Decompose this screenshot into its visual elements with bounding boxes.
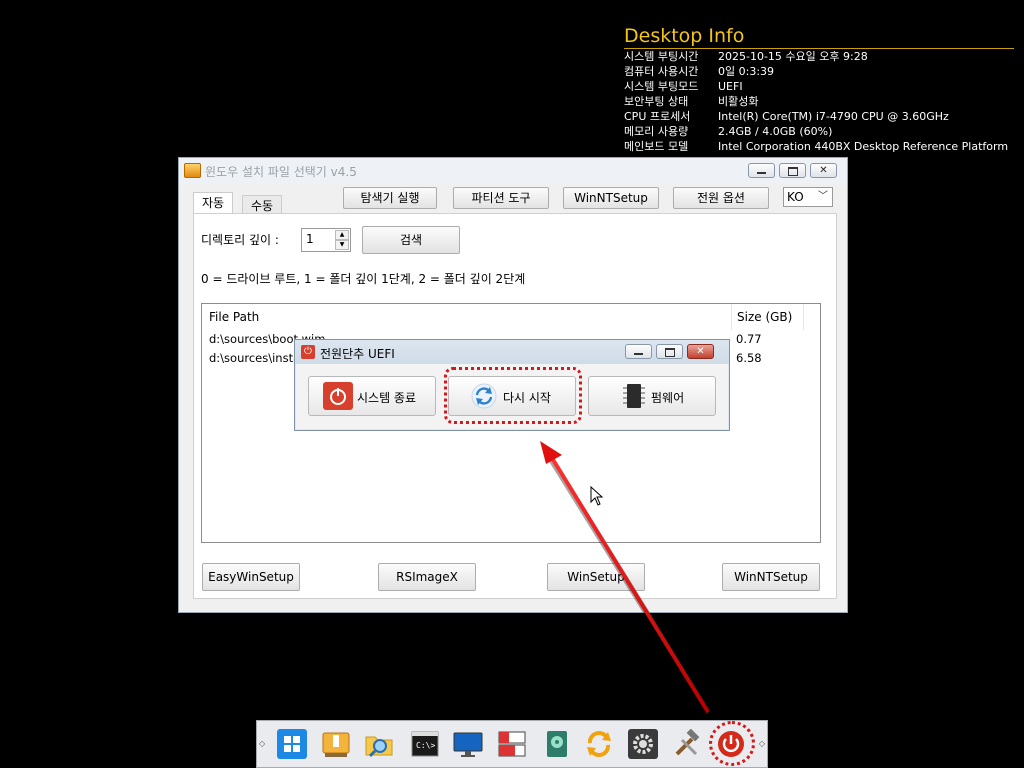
power-icon: [323, 382, 353, 410]
dialog-titlebar[interactable]: ⏻ 전원단추 UEFI: [295, 340, 729, 364]
firmware-label: 펌웨어: [651, 391, 685, 405]
close-button[interactable]: [687, 344, 714, 359]
monitor-icon[interactable]: [453, 729, 483, 759]
dialog-title: 전원단추 UEFI: [320, 347, 395, 361]
power-icon-highlight: [709, 721, 755, 766]
power-icon: ⏻: [301, 345, 315, 359]
shutdown-button[interactable]: 시스템 종료: [308, 376, 436, 416]
svg-text:C:\>: C:\>: [416, 741, 435, 750]
minimize-button[interactable]: [625, 344, 652, 359]
scroll-right-icon[interactable]: ◇: [759, 739, 765, 748]
settings-gear-icon[interactable]: [628, 729, 658, 759]
cmd-icon[interactable]: C:\>: [410, 729, 440, 759]
taskbar: ◇ ◇ C:\>: [256, 720, 768, 768]
restart-highlight: [444, 367, 582, 424]
dialog-window-controls: [625, 344, 714, 359]
folder-search-icon[interactable]: [364, 729, 394, 759]
tools-icon[interactable]: [672, 728, 702, 759]
chip-icon: [619, 382, 649, 410]
refresh-sync-icon[interactable]: [584, 729, 614, 759]
partition-tool-icon[interactable]: [497, 729, 527, 759]
firmware-button[interactable]: 펌웨어: [588, 376, 716, 416]
maximize-button[interactable]: [656, 344, 683, 359]
disk-utility-icon[interactable]: [542, 729, 572, 759]
usb-drive-icon[interactable]: [321, 729, 351, 759]
windows-icon[interactable]: [277, 729, 307, 759]
mouse-cursor-icon: [590, 486, 604, 506]
scroll-left-icon[interactable]: ◇: [259, 739, 265, 748]
shutdown-label: 시스템 종료: [357, 391, 417, 405]
